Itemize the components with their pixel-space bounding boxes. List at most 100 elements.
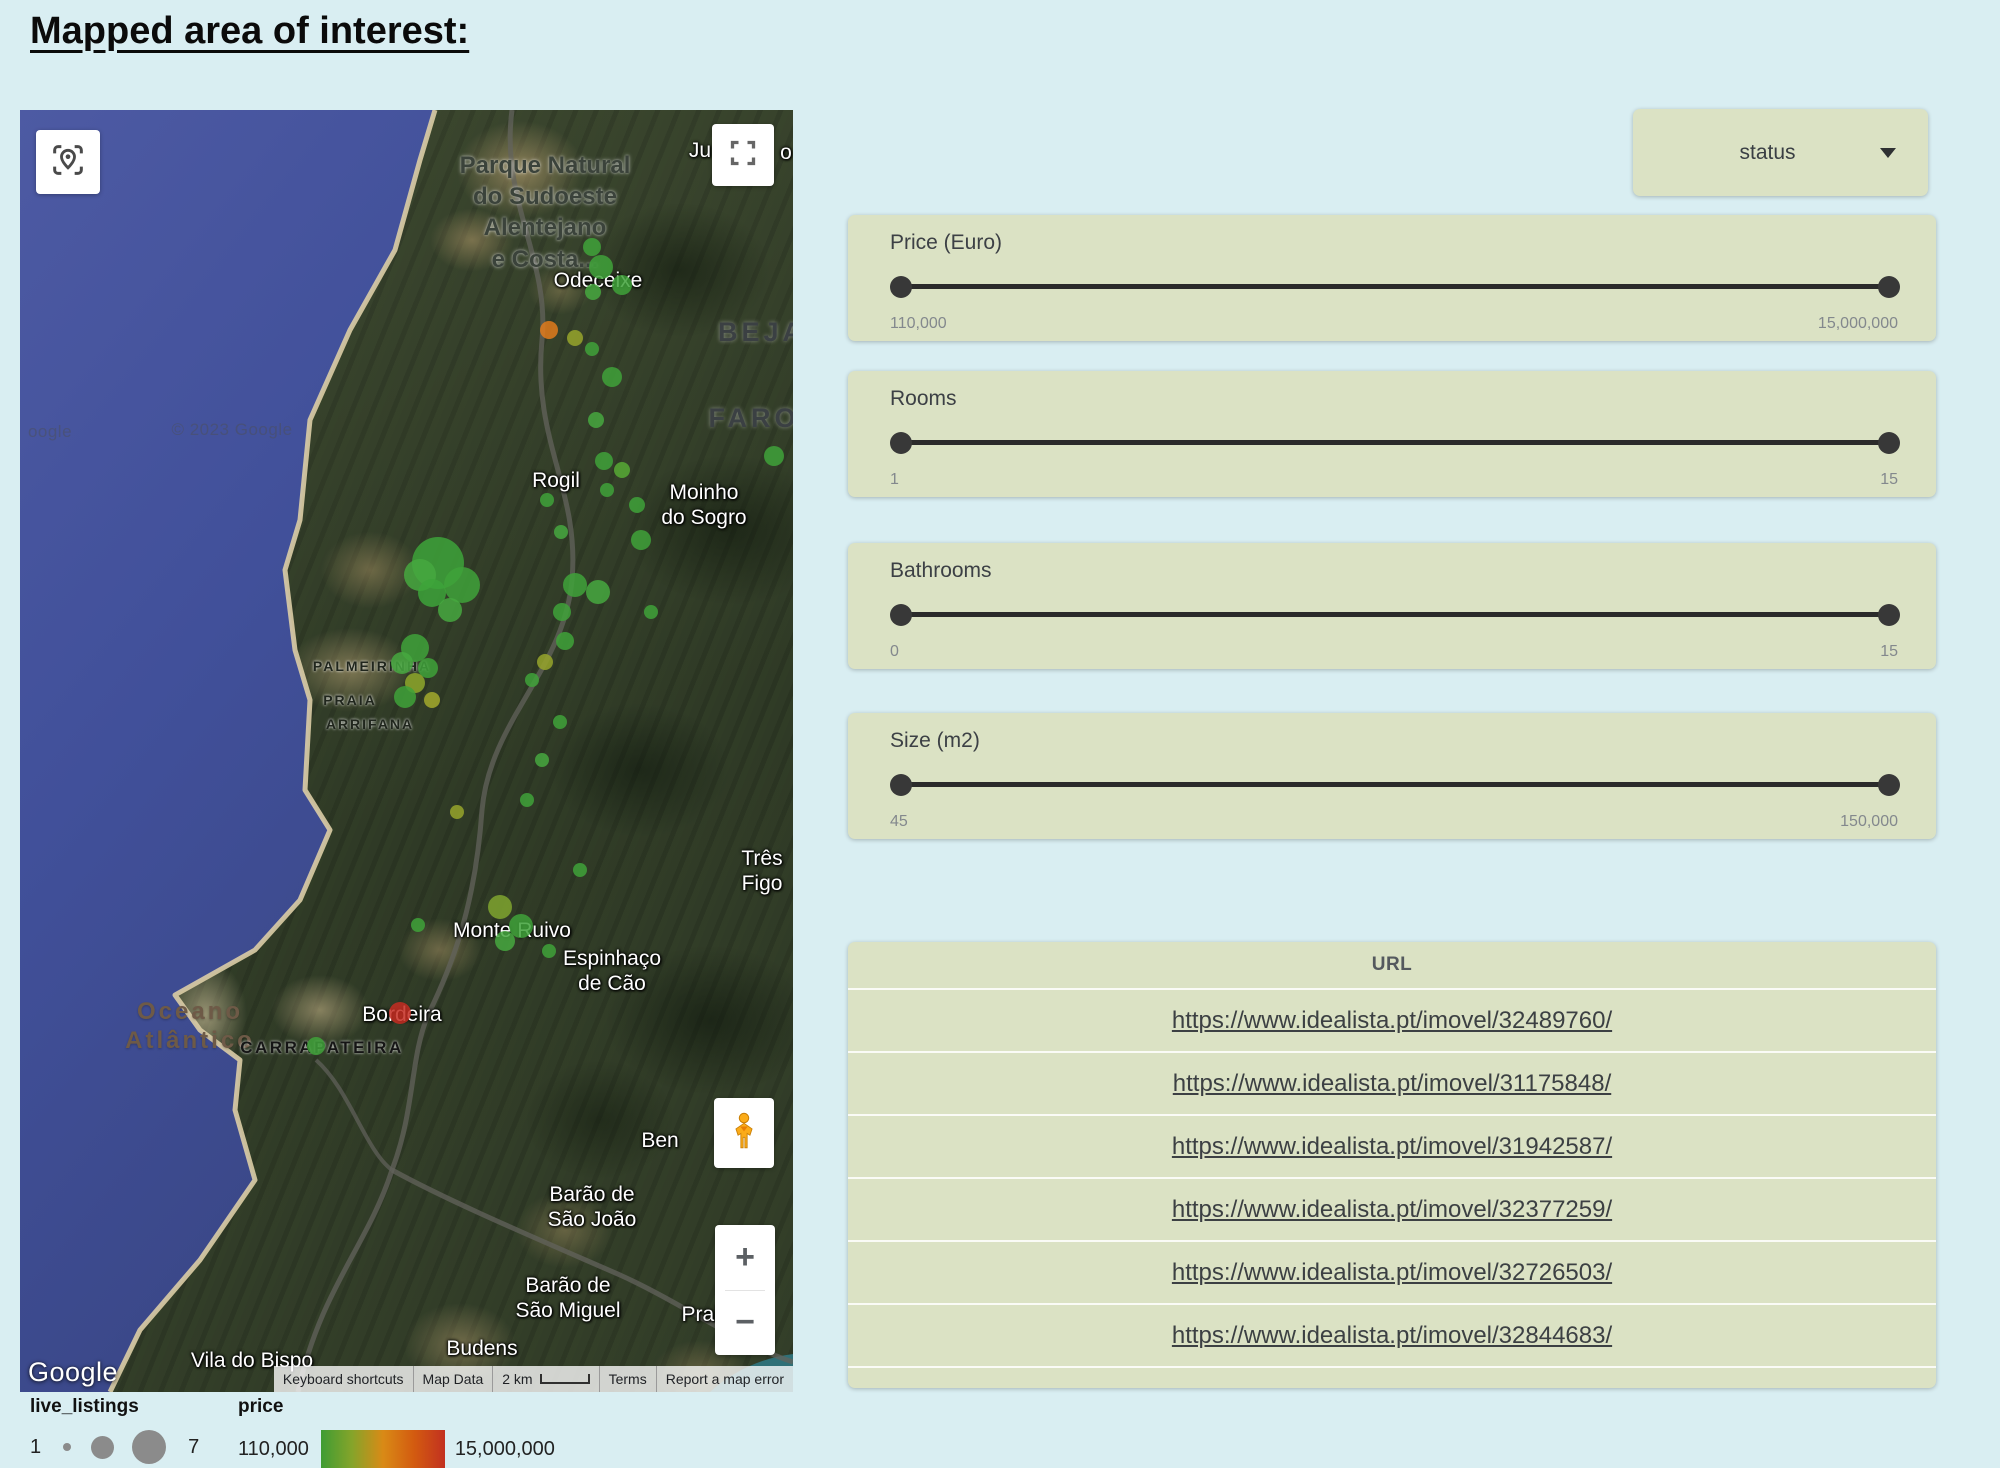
table-row[interactable]: https://www.idealista.pt/imovel/32489760… xyxy=(848,988,1936,1051)
map-listing-marker[interactable] xyxy=(307,1037,325,1055)
price-range-slider[interactable] xyxy=(890,275,1900,299)
size-filter-label: Size (m2) xyxy=(890,729,980,753)
table-row[interactable]: https://www.idealista.pt/imovel/31175848… xyxy=(848,1051,1936,1114)
map-listing-marker[interactable] xyxy=(573,863,587,877)
table-row[interactable]: https://www.idealista.pt/imovel/32726503… xyxy=(848,1240,1936,1303)
size-dot-large-icon xyxy=(132,1430,166,1464)
map-listing-marker[interactable] xyxy=(391,652,413,674)
listing-url-link[interactable]: https://www.idealista.pt/imovel/31942587… xyxy=(1172,1133,1612,1161)
bathrooms-max-value: 15 xyxy=(1880,643,1898,661)
map-listing-marker[interactable] xyxy=(589,255,613,279)
listing-url-link[interactable]: https://www.idealista.pt/imovel/32377259… xyxy=(1172,1196,1612,1224)
map-listing-marker[interactable] xyxy=(567,330,583,346)
table-row[interactable]: https://www.idealista.pt/imovel/32049204… xyxy=(848,1366,1936,1388)
price-min-handle[interactable] xyxy=(890,276,912,298)
rooms-filter-label: Rooms xyxy=(890,387,957,411)
size-min-handle[interactable] xyxy=(890,774,912,796)
map-listing-marker[interactable] xyxy=(764,446,784,466)
slider-track[interactable] xyxy=(900,284,1890,289)
url-table: URL https://www.idealista.pt/imovel/3248… xyxy=(848,942,1936,1388)
table-row[interactable]: https://www.idealista.pt/imovel/31942587… xyxy=(848,1114,1936,1177)
map-listing-marker[interactable] xyxy=(444,567,480,603)
map-listing-marker[interactable] xyxy=(394,686,416,708)
size-legend-min: 1 xyxy=(30,1436,41,1459)
focus-area-button[interactable] xyxy=(36,130,100,194)
keyboard-shortcuts-link[interactable]: Keyboard shortcuts xyxy=(274,1366,413,1392)
zoom-out-button[interactable]: − xyxy=(715,1291,775,1356)
rooms-min-value: 1 xyxy=(890,471,899,489)
map-listing-marker[interactable] xyxy=(612,275,632,295)
map-listing-marker[interactable] xyxy=(535,753,549,767)
map-listing-marker[interactable] xyxy=(629,497,645,513)
map-listing-marker[interactable] xyxy=(585,284,601,300)
map-listing-marker[interactable] xyxy=(450,805,464,819)
bathrooms-filter-label: Bathrooms xyxy=(890,559,992,583)
terms-link[interactable]: Terms xyxy=(599,1366,656,1392)
map-listing-marker[interactable] xyxy=(583,238,601,256)
map-canvas[interactable]: Parque Natural do Sudoeste Alentejano e … xyxy=(20,110,793,1392)
map-listing-marker[interactable] xyxy=(631,530,651,550)
zoom-in-button[interactable]: + xyxy=(715,1225,775,1290)
size-legend-title: live_listings xyxy=(30,1396,235,1418)
pegman-button[interactable] xyxy=(714,1098,774,1168)
rooms-min-handle[interactable] xyxy=(890,432,912,454)
bathrooms-max-handle[interactable] xyxy=(1878,604,1900,626)
price-filter-label: Price (Euro) xyxy=(890,231,1002,255)
scale-bar-icon xyxy=(540,1374,590,1384)
map-listing-marker[interactable] xyxy=(554,525,568,539)
rooms-max-handle[interactable] xyxy=(1878,432,1900,454)
bathrooms-range-slider[interactable] xyxy=(890,603,1900,627)
map-listing-marker[interactable] xyxy=(614,462,630,478)
map-listing-marker[interactable] xyxy=(424,692,440,708)
map-listing-marker[interactable] xyxy=(525,673,539,687)
map-listing-marker[interactable] xyxy=(563,573,587,597)
map-listing-marker[interactable] xyxy=(553,603,571,621)
price-legend-min: 110,000 xyxy=(238,1438,309,1461)
slider-track[interactable] xyxy=(900,612,1890,617)
map-attribution-bar: Keyboard shortcuts Map Data 2 km Terms R… xyxy=(274,1366,793,1392)
size-filter-panel: Size (m2) 45 150,000 xyxy=(848,713,1936,839)
map-listing-marker[interactable] xyxy=(509,914,533,938)
map-listing-marker[interactable] xyxy=(488,895,512,919)
map-listing-marker[interactable] xyxy=(438,598,462,622)
map-listing-marker[interactable] xyxy=(588,412,604,428)
map-listing-marker[interactable] xyxy=(540,493,554,507)
listing-url-link[interactable]: https://www.idealista.pt/imovel/32844683… xyxy=(1172,1322,1612,1350)
fullscreen-button[interactable] xyxy=(712,124,774,186)
map-listing-marker[interactable] xyxy=(602,367,622,387)
map-listing-marker[interactable] xyxy=(495,931,515,951)
map-markers-layer xyxy=(20,110,793,1392)
map-listing-marker[interactable] xyxy=(553,715,567,729)
bathrooms-min-value: 0 xyxy=(890,643,899,661)
map-listing-marker[interactable] xyxy=(586,580,610,604)
map-listing-marker[interactable] xyxy=(520,793,534,807)
map-listing-marker[interactable] xyxy=(556,632,574,650)
map-listing-marker[interactable] xyxy=(644,605,658,619)
size-max-handle[interactable] xyxy=(1878,774,1900,796)
map-listing-marker[interactable] xyxy=(389,1002,411,1024)
map-listing-marker[interactable] xyxy=(595,452,613,470)
price-max-handle[interactable] xyxy=(1878,276,1900,298)
listing-url-link[interactable]: https://www.idealista.pt/imovel/31175848… xyxy=(1173,1070,1611,1098)
map-data-link[interactable]: Map Data xyxy=(413,1366,493,1392)
map-listing-marker[interactable] xyxy=(600,483,614,497)
bathrooms-min-handle[interactable] xyxy=(890,604,912,626)
size-range-slider[interactable] xyxy=(890,773,1900,797)
listing-url-link[interactable]: https://www.idealista.pt/imovel/32049204… xyxy=(1172,1385,1612,1389)
map-listing-marker[interactable] xyxy=(542,944,556,958)
fullscreen-icon xyxy=(725,135,761,176)
listing-url-link[interactable]: https://www.idealista.pt/imovel/32489760… xyxy=(1172,1007,1612,1035)
report-map-error-link[interactable]: Report a map error xyxy=(656,1366,793,1392)
map-listing-marker[interactable] xyxy=(537,654,553,670)
table-row[interactable]: https://www.idealista.pt/imovel/32844683… xyxy=(848,1303,1936,1366)
slider-track[interactable] xyxy=(900,782,1890,787)
rooms-range-slider[interactable] xyxy=(890,431,1900,455)
status-dropdown[interactable]: status xyxy=(1633,109,1928,196)
map-listing-marker[interactable] xyxy=(585,342,599,356)
map-listing-marker[interactable] xyxy=(411,918,425,932)
listing-url-link[interactable]: https://www.idealista.pt/imovel/32726503… xyxy=(1172,1259,1612,1287)
slider-track[interactable] xyxy=(900,440,1890,445)
map-listing-marker[interactable] xyxy=(540,321,558,339)
rooms-max-value: 15 xyxy=(1880,471,1898,489)
table-row[interactable]: https://www.idealista.pt/imovel/32377259… xyxy=(848,1177,1936,1240)
